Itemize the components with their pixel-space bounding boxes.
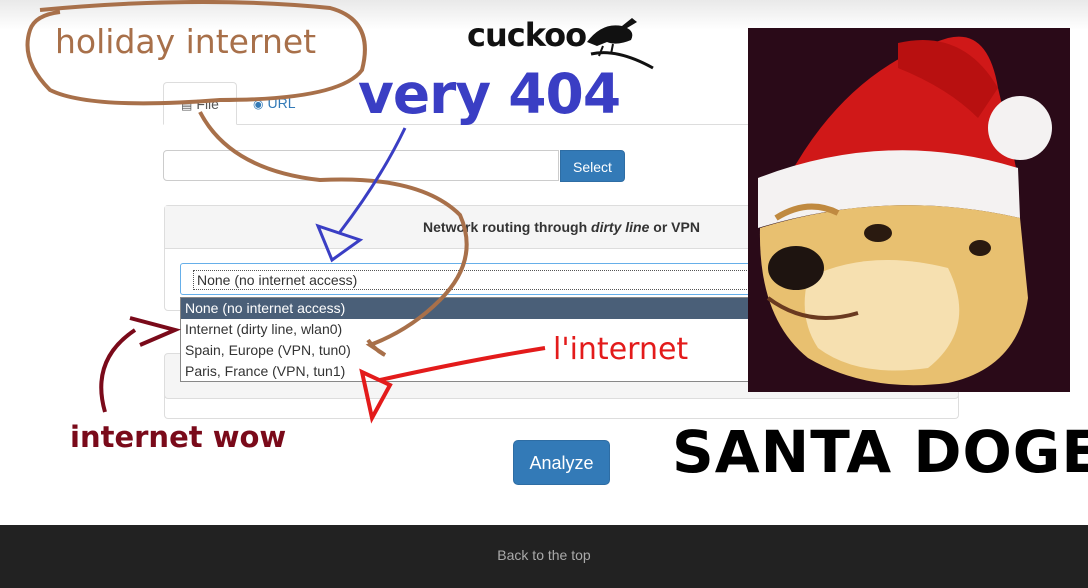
very-arrow-stroke: [315, 127, 407, 263]
internet-wow-annotation: internet wow: [70, 420, 287, 454]
holiday-arrow-stroke: [198, 111, 469, 357]
very-404-annotation: very 404: [358, 62, 621, 126]
santa-doge-caption: SANTA DOGE: [672, 418, 1088, 486]
wow-arrow-stroke: [99, 316, 182, 413]
holiday-internet-annotation: holiday internet: [55, 22, 317, 61]
linternet-arrow-stroke: [359, 346, 546, 424]
linternet-annotation: l'internet: [553, 332, 689, 367]
